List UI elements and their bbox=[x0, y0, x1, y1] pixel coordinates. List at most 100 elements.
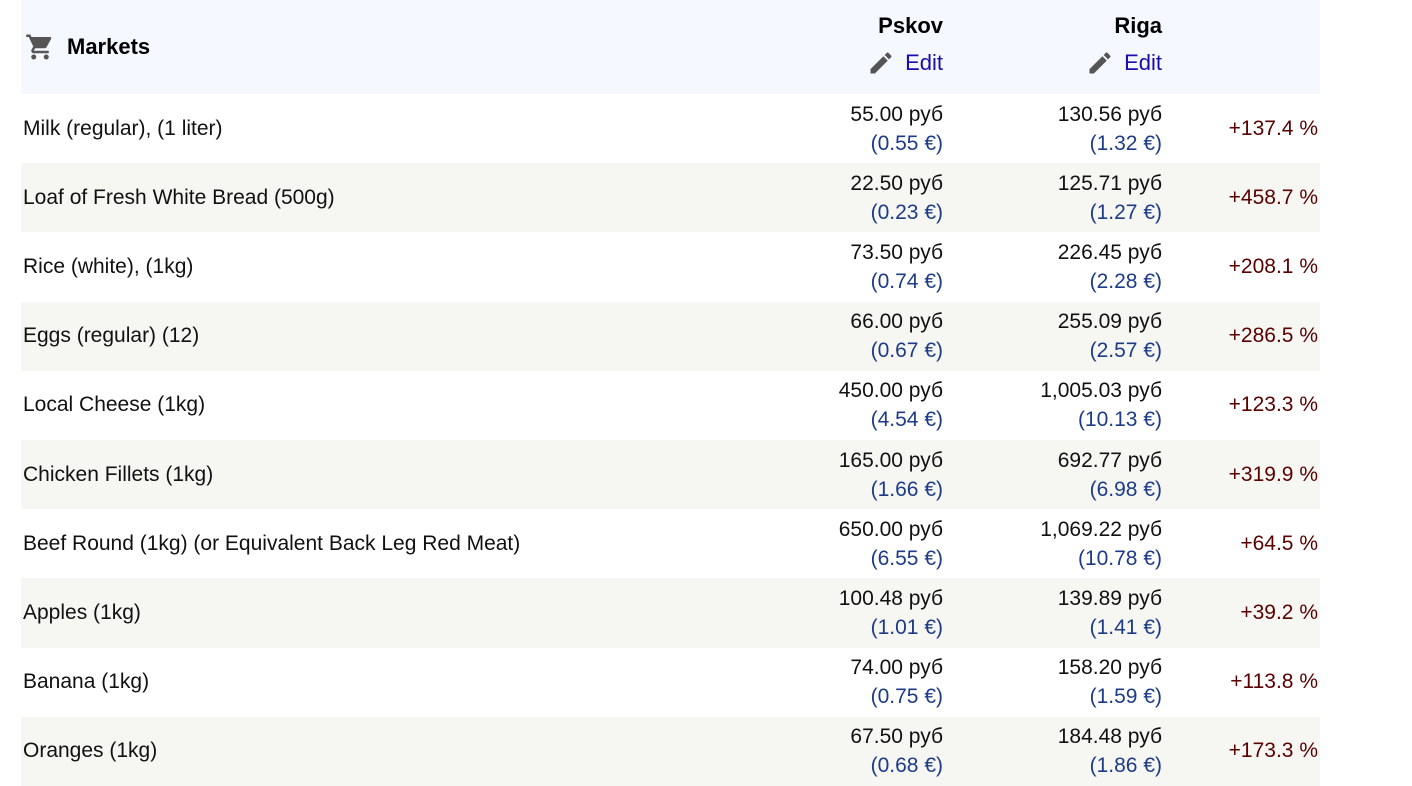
converted-price: (1.27 €) bbox=[1089, 200, 1162, 224]
table-row: Beef Round (1kg) (or Equivalent Back Leg… bbox=[21, 509, 1320, 578]
pencil-icon bbox=[870, 52, 892, 74]
converted-price: (0.68 €) bbox=[870, 754, 943, 778]
item-name: Chicken Fillets (1kg) bbox=[23, 462, 214, 486]
price-difference: +208.1 % bbox=[1228, 254, 1318, 278]
table-row: Rice (white), (1kg) 73.50 руб (0.74 €) 22… bbox=[21, 232, 1320, 301]
converted-price: (4.54 €) bbox=[870, 408, 943, 432]
city2-price: 255.09 руб (2.57 €) bbox=[943, 302, 1162, 371]
converted-price: (2.57 €) bbox=[1089, 339, 1162, 363]
local-price: 184.48 руб bbox=[1057, 725, 1162, 749]
converted-price: (10.78 €) bbox=[1077, 546, 1162, 570]
converted-price: (6.98 €) bbox=[1089, 477, 1162, 501]
converted-price: (0.67 €) bbox=[870, 339, 943, 363]
city1-price: 165.00 руб (1.66 €) bbox=[741, 440, 943, 509]
converted-price: (1.41 €) bbox=[1089, 615, 1162, 639]
city2-price: 130.56 руб (1.32 €) bbox=[943, 94, 1162, 163]
local-price: 73.50 руб bbox=[850, 240, 943, 264]
table-row: Eggs (regular) (12) 66.00 руб (0.67 €) 25… bbox=[21, 301, 1320, 371]
difference-header bbox=[1162, 0, 1320, 94]
city2-price: 125.71 руб (1.27 €) bbox=[943, 163, 1162, 232]
local-price: 66.00 руб bbox=[850, 310, 943, 334]
table-row: Chicken Fillets (1kg) 165.00 руб (1.66 €)… bbox=[21, 439, 1320, 510]
item-name: Beef Round (1kg) (or Equivalent Back Leg… bbox=[23, 531, 521, 555]
local-price: 1,069.22 руб bbox=[1040, 517, 1162, 541]
item-name: Loaf of Fresh White Bread (500g) bbox=[23, 185, 335, 209]
price-difference: +137.4 % bbox=[1228, 116, 1318, 140]
city1-price: 650.00 руб (6.55 €) bbox=[741, 509, 943, 578]
table-row: Milk (regular), (1 liter) 55.00 руб (0.55… bbox=[21, 94, 1320, 163]
local-price: 165.00 руб bbox=[838, 448, 943, 472]
city2-price: 692.77 руб (6.98 €) bbox=[943, 440, 1162, 509]
city1-price: 100.48 руб (1.01 €) bbox=[741, 578, 943, 647]
edit-label[interactable]: Edit bbox=[1124, 50, 1162, 76]
local-price: 139.89 руб bbox=[1057, 586, 1162, 610]
table-header-row: Markets Pskov Edit Riga Edit bbox=[21, 0, 1320, 94]
pencil-icon bbox=[1089, 52, 1111, 74]
city1-price: 450.00 руб (4.54 €) bbox=[741, 371, 943, 440]
city-header-pskov: Pskov Edit bbox=[741, 0, 943, 94]
price-difference: +123.3 % bbox=[1228, 393, 1318, 417]
converted-price: (2.28 €) bbox=[1089, 269, 1162, 293]
city2-price: 1,005.03 руб (10.13 €) bbox=[943, 371, 1162, 440]
converted-price: (1.01 €) bbox=[870, 615, 943, 639]
local-price: 158.20 руб bbox=[1057, 656, 1162, 680]
local-price: 67.50 руб bbox=[850, 725, 943, 749]
price-comparison-table: Markets Pskov Edit Riga Edit Milk (regul… bbox=[21, 0, 1320, 786]
table-row: Loaf of Fresh White Bread (500g) 22.50 р… bbox=[21, 163, 1320, 233]
local-price: 100.48 руб bbox=[838, 586, 943, 610]
section-header: Markets bbox=[21, 0, 741, 94]
table-row: Banana (1kg) 74.00 руб (0.75 €) 158.20 ру… bbox=[21, 648, 1320, 717]
table-row: Oranges (1kg) 67.50 руб (0.68 €) 184.48 р… bbox=[21, 716, 1320, 786]
section-title: Markets bbox=[67, 34, 151, 59]
converted-price: (6.55 €) bbox=[870, 546, 943, 570]
city-name: Riga bbox=[1114, 13, 1162, 38]
city2-price: 1,069.22 руб (10.78 €) bbox=[943, 509, 1162, 578]
local-price: 450.00 руб bbox=[838, 379, 943, 403]
local-price: 74.00 руб bbox=[850, 656, 943, 680]
city1-price: 73.50 руб (0.74 €) bbox=[741, 232, 943, 301]
city-name: Pskov bbox=[878, 13, 943, 38]
item-name: Rice (white), (1kg) bbox=[23, 254, 194, 278]
city2-price: 184.48 руб (1.86 €) bbox=[943, 717, 1162, 786]
item-name: Local Cheese (1kg) bbox=[23, 393, 206, 417]
converted-price: (1.32 €) bbox=[1089, 131, 1162, 155]
converted-price: (1.66 €) bbox=[870, 477, 943, 501]
price-difference: +458.7 % bbox=[1228, 185, 1318, 209]
price-difference: +319.9 % bbox=[1228, 462, 1318, 486]
city-header-riga: Riga Edit bbox=[943, 0, 1162, 94]
price-difference: +39.2 % bbox=[1240, 600, 1318, 624]
converted-price: (0.55 €) bbox=[870, 131, 943, 155]
local-price: 130.56 руб bbox=[1057, 102, 1162, 126]
price-difference: +286.5 % bbox=[1228, 324, 1318, 348]
city1-price: 55.00 руб (0.55 €) bbox=[741, 94, 943, 163]
local-price: 125.71 руб bbox=[1057, 171, 1162, 195]
converted-price: (0.75 €) bbox=[870, 685, 943, 709]
converted-price: (1.59 €) bbox=[1089, 685, 1162, 709]
edit-label[interactable]: Edit bbox=[905, 50, 943, 76]
city2-price: 226.45 руб (2.28 €) bbox=[943, 232, 1162, 301]
city2-price: 139.89 руб (1.41 €) bbox=[943, 578, 1162, 647]
converted-price: (1.86 €) bbox=[1089, 754, 1162, 778]
city2-price: 158.20 руб (1.59 €) bbox=[943, 648, 1162, 717]
price-difference: +113.8 % bbox=[1230, 670, 1318, 694]
local-price: 55.00 руб bbox=[850, 102, 943, 126]
shopping-cart-icon bbox=[25, 32, 55, 62]
local-price: 650.00 руб bbox=[838, 517, 943, 541]
local-price: 1,005.03 руб bbox=[1040, 379, 1162, 403]
converted-price: (0.74 €) bbox=[870, 269, 943, 293]
local-price: 692.77 руб bbox=[1057, 448, 1162, 472]
item-name: Eggs (regular) (12) bbox=[23, 324, 200, 348]
edit-city-1-link[interactable]: Edit bbox=[867, 49, 943, 77]
city1-price: 67.50 руб (0.68 €) bbox=[741, 717, 943, 786]
item-name: Banana (1kg) bbox=[23, 670, 150, 694]
converted-price: (10.13 €) bbox=[1077, 408, 1162, 432]
city1-price: 66.00 руб (0.67 €) bbox=[741, 302, 943, 371]
price-difference: +173.3 % bbox=[1228, 739, 1318, 763]
local-price: 22.50 руб bbox=[850, 171, 943, 195]
city1-price: 74.00 руб (0.75 €) bbox=[741, 648, 943, 717]
local-price: 226.45 руб bbox=[1057, 240, 1162, 264]
edit-city-2-link[interactable]: Edit bbox=[1086, 49, 1162, 77]
table-row: Apples (1kg) 100.48 руб (1.01 €) 139.89 р… bbox=[21, 578, 1320, 648]
item-name: Oranges (1kg) bbox=[23, 739, 158, 763]
item-name: Milk (regular), (1 liter) bbox=[23, 116, 223, 140]
